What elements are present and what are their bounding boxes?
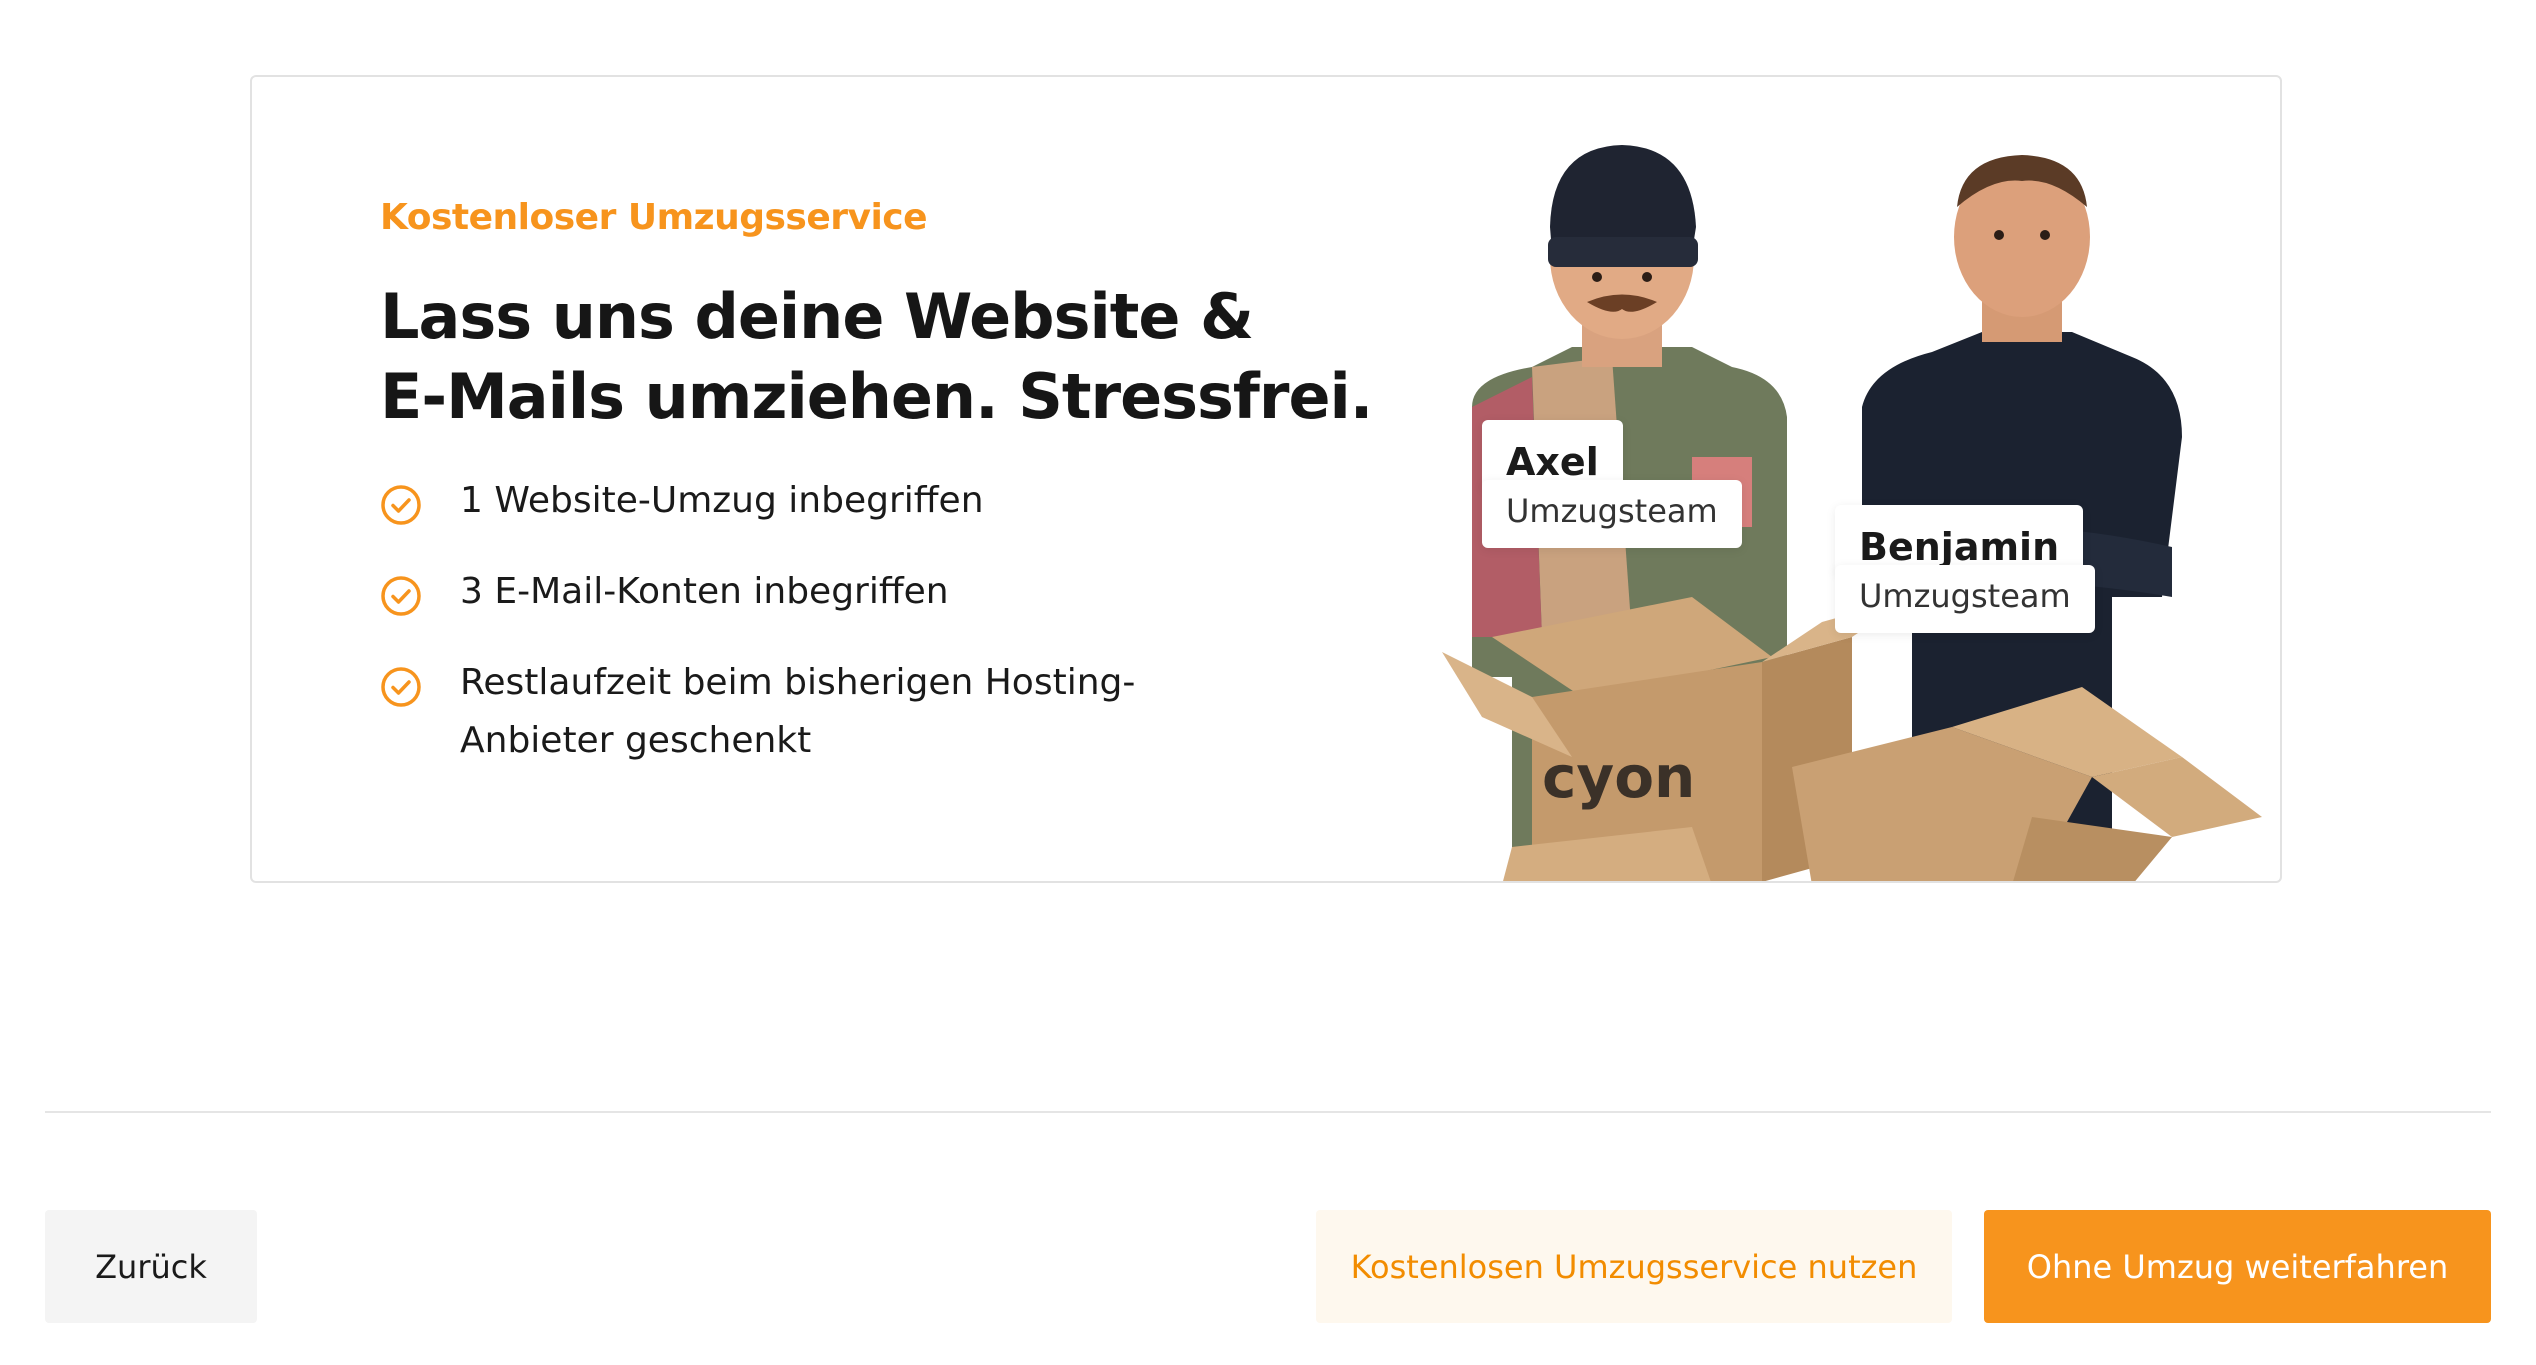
check-circle-icon xyxy=(381,485,421,525)
feature-item: Restlaufzeit beim bisherigen Hosting-Anb… xyxy=(380,654,1140,770)
use-moving-service-button[interactable]: Kostenlosen Umzugsservice nutzen xyxy=(1316,1210,1952,1323)
moving-boxes: cyon xyxy=(1442,597,2262,881)
feature-text: Restlaufzeit beim bisherigen Hosting-Anb… xyxy=(460,662,1136,761)
box-logo: cyon xyxy=(1542,743,1695,811)
moving-service-card: Kostenloser Umzugsservice Lass uns deine… xyxy=(250,75,2282,883)
team-member-name: Axel xyxy=(1506,440,1599,484)
back-button[interactable]: Zurück xyxy=(45,1210,257,1323)
headline-line-2: E-Mails umziehen. Stressfrei. xyxy=(380,360,1373,433)
feature-text: 3 E-Mail-Konten inbegriffen xyxy=(460,571,949,612)
eyebrow-label: Kostenloser Umzugsservice xyxy=(380,197,928,238)
feature-text: 1 Website-Umzug inbegriffen xyxy=(460,480,984,521)
team-badge-benjamin-role: Umzugsteam xyxy=(1835,565,2095,633)
footer-divider xyxy=(45,1111,2491,1113)
feature-item: 1 Website-Umzug inbegriffen xyxy=(380,472,1140,530)
team-badge-axel-role: Umzugsteam xyxy=(1482,480,1742,548)
headline: Lass uns deine Website & E-Mails umziehe… xyxy=(380,277,1380,437)
headline-line-1: Lass uns deine Website & xyxy=(380,280,1254,353)
team-member-role: Umzugsteam xyxy=(1859,577,2071,615)
feature-item: 3 E-Mail-Konten inbegriffen xyxy=(380,563,1140,621)
feature-list: 1 Website-Umzug inbegriffen 3 E-Mail-Kon… xyxy=(380,472,1140,803)
team-member-role: Umzugsteam xyxy=(1506,492,1718,530)
continue-without-moving-button[interactable]: Ohne Umzug weiterfahren xyxy=(1984,1210,2491,1323)
team-member-name: Benjamin xyxy=(1859,525,2060,569)
check-circle-icon xyxy=(381,576,421,616)
check-circle-icon xyxy=(381,667,421,707)
